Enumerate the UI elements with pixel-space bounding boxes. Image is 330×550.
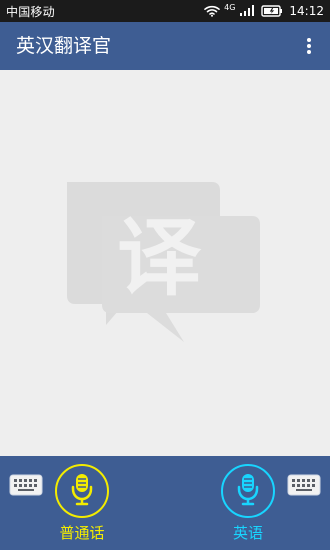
- signal-icon: [239, 5, 255, 17]
- mandarin-label: 普通话: [59, 524, 105, 542]
- status-icons: 4G 14:12: [204, 2, 324, 18]
- page-title: 英汉翻译官: [16, 34, 112, 57]
- english-mic-group: 英语: [200, 464, 296, 548]
- english-label: 英语: [232, 524, 263, 542]
- mandarin-mic-group: 普通话: [34, 464, 130, 548]
- battery-icon: [261, 5, 283, 17]
- translation-area[interactable]: 译: [0, 70, 330, 456]
- more-vertical-icon[interactable]: [298, 32, 320, 60]
- translation-bubble-icon: 译: [67, 182, 260, 342]
- wifi-icon: [204, 5, 220, 17]
- microphone-icon: [68, 472, 96, 510]
- clock-time: 14:12: [289, 4, 324, 18]
- status-bar: 中国移动 4G 14:12: [0, 0, 330, 22]
- carrier-name: 中国移动: [6, 4, 55, 19]
- bottom-bar: 普通话 英语: [0, 456, 330, 550]
- english-mic-button[interactable]: [221, 464, 275, 518]
- app-bar: 英汉翻译官: [0, 22, 330, 70]
- microphone-icon: [234, 472, 262, 510]
- keyboard-icon[interactable]: [287, 474, 321, 496]
- mandarin-mic-button[interactable]: [55, 464, 109, 518]
- watermark-character: 译: [117, 209, 202, 307]
- network-type: 4G: [224, 2, 236, 12]
